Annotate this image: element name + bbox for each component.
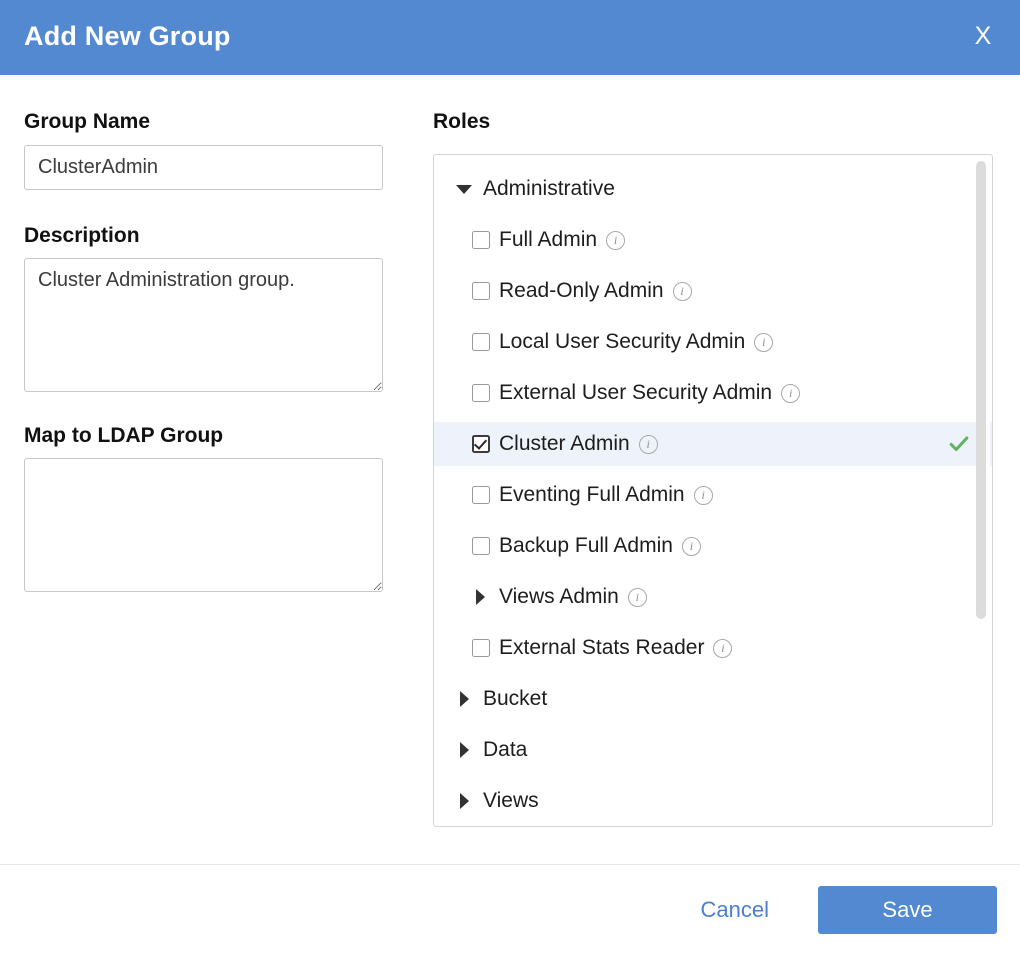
roles-item-row[interactable]: Cluster Admin i [434, 422, 992, 466]
cancel-button[interactable]: Cancel [691, 891, 779, 929]
ldap-group-label: Map to LDAP Group [24, 424, 223, 448]
role-label: External Stats Reader [499, 637, 704, 659]
roles-item-row[interactable]: Backup Full Admin i [434, 524, 992, 568]
role-checkbox[interactable] [472, 486, 490, 504]
role-label: Eventing Full Admin [499, 484, 685, 506]
dialog-footer: Cancel Save [0, 864, 1020, 954]
description-textarea[interactable] [24, 258, 383, 392]
role-label: Full Admin [499, 229, 597, 251]
close-icon[interactable]: X [970, 20, 996, 52]
role-label: External User Security Admin [499, 382, 772, 404]
role-checkbox[interactable] [472, 639, 490, 657]
role-label: Views [483, 790, 539, 812]
role-label: Views Admin [499, 586, 619, 608]
info-icon[interactable]: i [606, 231, 625, 250]
info-icon[interactable]: i [713, 639, 732, 658]
roles-label: Roles [433, 110, 490, 134]
info-icon[interactable]: i [754, 333, 773, 352]
dialog-title: Add New Group [24, 21, 231, 52]
role-checkbox[interactable] [472, 231, 490, 249]
roles-item-row[interactable]: External User Security Admin i [434, 371, 992, 415]
dialog-titlebar: Add New Group X [0, 0, 1020, 75]
description-label: Description [24, 224, 140, 248]
chevron-right-icon[interactable] [456, 690, 474, 708]
role-label: Cluster Admin [499, 433, 630, 455]
roles-panel: AdministrativeFull AdminiRead-Only Admin… [433, 154, 993, 827]
role-label: Administrative [483, 178, 615, 200]
save-button[interactable]: Save [818, 886, 997, 934]
role-checkbox[interactable] [472, 282, 490, 300]
info-icon[interactable]: i [682, 537, 701, 556]
roles-group-row[interactable]: Views [434, 779, 992, 823]
role-label: Data [483, 739, 527, 761]
chevron-right-icon[interactable] [456, 792, 474, 810]
selected-check-icon [948, 433, 970, 455]
role-checkbox[interactable] [472, 435, 490, 453]
role-checkbox[interactable] [472, 384, 490, 402]
roles-group-row[interactable]: Data [434, 728, 992, 772]
roles-item-row[interactable]: Eventing Full Admin i [434, 473, 992, 517]
group-name-label: Group Name [24, 110, 150, 134]
roles-scrollbar-track[interactable] [976, 156, 990, 825]
roles-item-row[interactable]: Local User Security Admin i [434, 320, 992, 364]
dialog-body: Group Name Description Map to LDAP Group… [0, 75, 1020, 864]
info-icon[interactable]: i [781, 384, 800, 403]
role-label: Read-Only Admin [499, 280, 664, 302]
chevron-right-icon[interactable] [472, 588, 490, 606]
chevron-down-icon[interactable] [456, 180, 474, 198]
role-label: Backup Full Admin [499, 535, 673, 557]
roles-group-row[interactable]: Administrative [434, 167, 992, 211]
role-checkbox[interactable] [472, 537, 490, 555]
role-checkbox[interactable] [472, 333, 490, 351]
info-icon[interactable]: i [639, 435, 658, 454]
roles-group-row[interactable]: Views Admin i [434, 575, 992, 619]
add-new-group-dialog: Add New Group X Group Name Description M… [0, 0, 1020, 954]
roles-item-row[interactable]: Full Admin i [434, 218, 992, 262]
info-icon[interactable]: i [694, 486, 713, 505]
roles-item-row[interactable]: Read-Only Admin i [434, 269, 992, 313]
roles-list: AdministrativeFull AdminiRead-Only Admin… [434, 155, 993, 826]
roles-scrollbar-thumb[interactable] [976, 161, 986, 619]
role-label: Local User Security Admin [499, 331, 745, 353]
group-name-input[interactable] [24, 145, 383, 190]
roles-item-row[interactable]: External Stats Reader i [434, 626, 992, 670]
roles-group-row[interactable]: Bucket [434, 677, 992, 721]
info-icon[interactable]: i [628, 588, 647, 607]
info-icon[interactable]: i [673, 282, 692, 301]
role-label: Bucket [483, 688, 547, 710]
chevron-right-icon[interactable] [456, 741, 474, 759]
ldap-group-textarea[interactable] [24, 458, 383, 592]
